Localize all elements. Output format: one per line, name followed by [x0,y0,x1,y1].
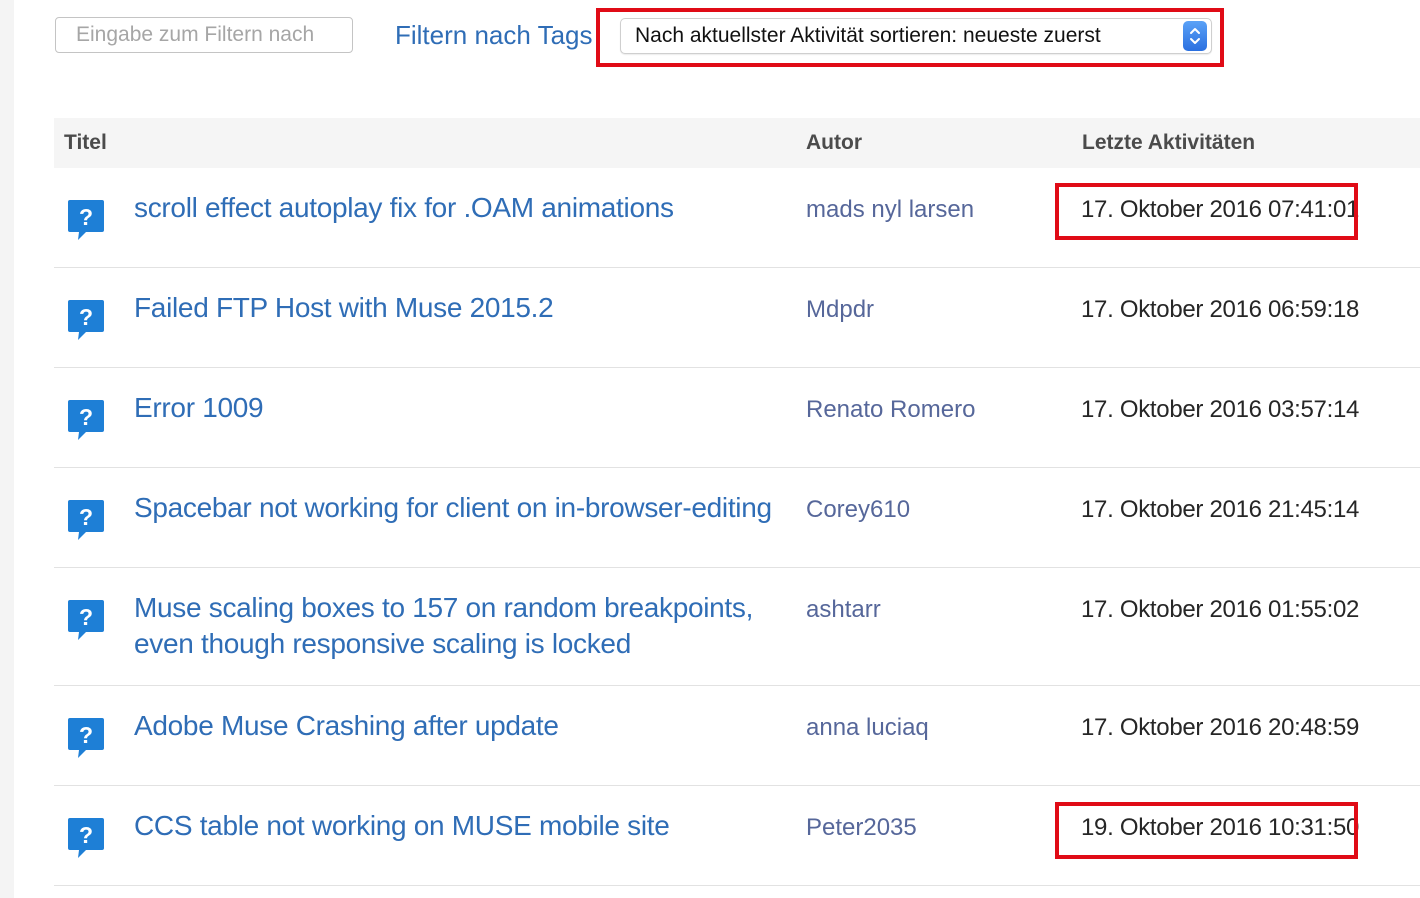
filter-by-tags-link[interactable]: Filtern nach Tags [395,20,593,51]
table-row: ? scroll effect autoplay fix for .OAM an… [54,168,1420,268]
up-down-chevron-icon [1183,21,1207,51]
thread-author-link[interactable]: anna luciaq [806,714,929,742]
thread-title-link[interactable]: Adobe Muse Crashing after update [134,708,794,744]
svg-text:?: ? [79,604,93,630]
thread-title-link[interactable]: Failed FTP Host with Muse 2015.2 [134,290,794,326]
question-bubble-icon: ? [68,200,104,240]
thread-author-link[interactable]: ashtarr [806,596,881,624]
table-row: ? Failed FTP Host with Muse 2015.2 Mdpdr… [54,268,1420,368]
last-activity-date: 17. Oktober 2016 06:59:18 [1081,296,1360,323]
thread-list: ? scroll effect autoplay fix for .OAM an… [54,168,1420,886]
svg-text:?: ? [79,304,93,330]
thread-author-link[interactable]: Corey610 [806,496,910,524]
thread-title-link[interactable]: Spacebar not working for client on in-br… [134,490,814,526]
last-activity-date: 17. Oktober 2016 21:45:14 [1081,496,1360,523]
question-bubble-icon: ? [68,400,104,440]
column-header-author[interactable]: Autor [806,131,862,155]
last-activity-date: 17. Oktober 2016 07:41:01 [1081,196,1360,223]
last-activity-date: 19. Oktober 2016 10:31:50 [1081,814,1360,841]
thread-author-link[interactable]: Mdpdr [806,296,874,324]
svg-text:?: ? [79,204,93,230]
sort-select-value: Nach aktuellster Aktivität sortieren: ne… [635,24,1101,47]
thread-title-link[interactable]: CCS table not working on MUSE mobile sit… [134,808,794,844]
last-activity-date: 17. Oktober 2016 20:48:59 [1081,714,1360,741]
left-rail [0,0,14,898]
thread-author-link[interactable]: Renato Romero [806,396,975,424]
thread-author-link[interactable]: Peter2035 [806,814,917,842]
svg-text:?: ? [79,822,93,848]
thread-title-link[interactable]: Error 1009 [134,390,794,426]
thread-title-link[interactable]: scroll effect autoplay fix for .OAM anim… [134,190,794,226]
last-activity-date: 17. Oktober 2016 01:55:02 [1081,596,1360,623]
question-bubble-icon: ? [68,818,104,858]
table-row: ? Spacebar not working for client on in-… [54,468,1420,568]
question-bubble-icon: ? [68,718,104,758]
table-row: ? CCS table not working on MUSE mobile s… [54,786,1420,886]
question-bubble-icon: ? [68,300,104,340]
table-row: ? Error 1009 Renato Romero 17. Oktober 2… [54,368,1420,468]
svg-text:?: ? [79,404,93,430]
question-bubble-icon: ? [68,600,104,640]
table-row: ? Adobe Muse Crashing after update anna … [54,686,1420,786]
sort-select[interactable]: Nach aktuellster Aktivität sortieren: ne… [620,18,1212,54]
table-row: ? Muse scaling boxes to 157 on random br… [54,568,1420,686]
column-header-title[interactable]: Titel [64,131,107,155]
last-activity-date: 17. Oktober 2016 03:57:14 [1081,396,1360,423]
table-header: Titel Autor Letzte Aktivitäten [54,118,1420,168]
svg-text:?: ? [79,722,93,748]
svg-text:?: ? [79,504,93,530]
column-header-activity[interactable]: Letzte Aktivitäten [1082,131,1255,155]
thread-author-link[interactable]: mads nyl larsen [806,196,974,224]
thread-title-link[interactable]: Muse scaling boxes to 157 on random brea… [134,590,774,662]
filter-input[interactable] [55,17,353,53]
question-bubble-icon: ? [68,500,104,540]
